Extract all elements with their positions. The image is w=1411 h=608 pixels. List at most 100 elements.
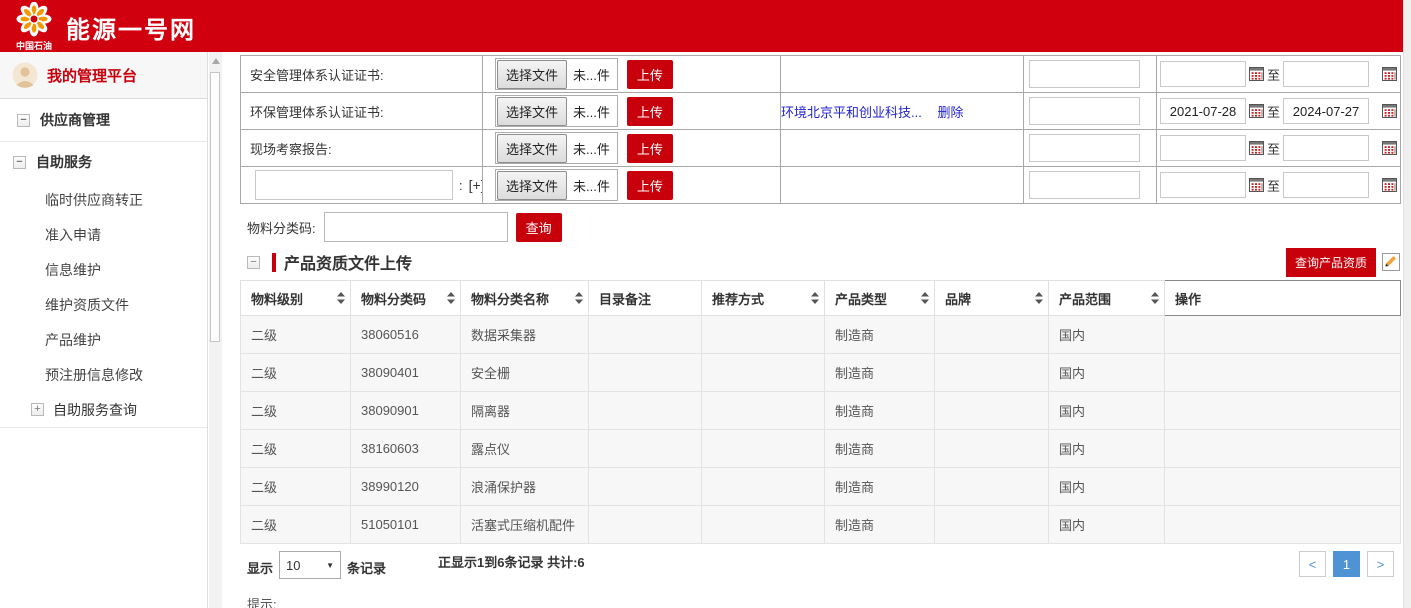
col-header-material-code[interactable]: 物料分类码 [351,281,461,316]
date-to-input[interactable] [1283,172,1369,198]
col-header-product-scope[interactable]: 产品范围 [1049,281,1165,316]
calendar-icon[interactable] [1249,178,1264,192]
date-from-input[interactable] [1160,61,1246,87]
table-row[interactable]: 二级 38090401 安全栅 制造商 国内 [241,354,1401,392]
sort-icon[interactable] [1151,292,1159,304]
choose-file-button[interactable]: 选择文件 [497,97,567,126]
edit-icon[interactable] [1382,253,1400,271]
choose-file-button[interactable]: 选择文件 [497,60,567,89]
chevron-down-icon: ▼ [326,561,334,570]
cell-material-code: 38990120 [351,468,461,506]
file-status-text: 未...件 [567,139,616,158]
add-row-button[interactable]: [+] [469,177,483,193]
page-size-select[interactable]: 10 ▼ [279,551,341,579]
cell-operation [1165,430,1401,468]
col-header-material-name[interactable]: 物料分类名称 [461,281,589,316]
file-input[interactable]: 选择文件 未...件 [495,95,618,127]
cert-number-input[interactable] [1029,60,1140,88]
page-scrollbar[interactable] [1403,0,1411,608]
sidebar-item-maintain-qualification-files[interactable]: 维护资质文件 [0,287,207,322]
cell-product-type: 制造商 [825,316,935,354]
upload-button[interactable]: 上传 [627,171,673,200]
sidebar-item-my-platform[interactable]: 我的管理平台 [0,52,207,99]
table-row[interactable]: 二级 38090901 隔离器 制造商 国内 [241,392,1401,430]
table-row[interactable]: 二级 51050101 活塞式压缩机配件 制造商 国内 [241,506,1401,544]
collapse-minus-icon[interactable]: − [17,114,30,127]
cell-product-type: 制造商 [825,468,935,506]
sidebar-item-info-maintenance[interactable]: 信息维护 [0,252,207,287]
cell-recommend-method [702,354,825,392]
calendar-icon[interactable] [1249,67,1264,81]
file-input[interactable]: 选择文件 未...件 [495,58,618,90]
custom-cert-name-input[interactable] [255,170,453,200]
sort-icon[interactable] [921,292,929,304]
upload-button[interactable]: 上传 [627,60,673,89]
col-header-material-level[interactable]: 物料级别 [241,281,351,316]
sidebar-item-access-application[interactable]: 准入申请 [0,217,207,252]
query-button[interactable]: 查询 [516,213,562,242]
col-header-recommend-method[interactable]: 推荐方式 [702,281,825,316]
calendar-icon[interactable] [1382,104,1397,118]
col-header-catalog-note[interactable]: 目录备注 [589,281,702,316]
sidebar-item-temp-supplier-regularization[interactable]: 临时供应商转正 [0,182,207,217]
cell-product-scope: 国内 [1049,316,1165,354]
choose-file-button[interactable]: 选择文件 [497,134,567,163]
sidebar-item-self-service-query[interactable]: + 自助服务查询 [0,392,207,427]
prev-page-button[interactable]: < [1299,551,1326,577]
uploaded-file-link[interactable]: 环境北京平和创业科技... [781,105,922,120]
table-row[interactable]: 二级 38160603 露点仪 制造商 国内 [241,430,1401,468]
sidebar-item-self-service[interactable]: − 自助服务 [0,142,207,182]
calendar-icon[interactable] [1382,178,1397,192]
sort-icon[interactable] [811,292,819,304]
date-from-input[interactable] [1160,172,1246,198]
choose-file-button[interactable]: 选择文件 [497,171,567,200]
expand-plus-icon[interactable]: + [31,403,44,416]
col-header-operation[interactable]: 操作 [1165,281,1401,316]
upload-button[interactable]: 上传 [627,134,673,163]
calendar-icon[interactable] [1382,67,1397,81]
delete-file-link[interactable]: 删除 [937,105,963,120]
next-page-button[interactable]: > [1367,551,1394,577]
sort-icon[interactable] [575,292,583,304]
sort-icon[interactable] [337,292,345,304]
date-to-input[interactable] [1283,98,1369,124]
col-header-brand[interactable]: 品牌 [935,281,1049,316]
col-header-product-type[interactable]: 产品类型 [825,281,935,316]
date-from-input[interactable] [1160,98,1246,124]
file-input[interactable]: 选择文件 未...件 [495,169,618,201]
sidebar-item-preregistration-info-edit[interactable]: 预注册信息修改 [0,357,207,392]
date-to-input[interactable] [1283,135,1369,161]
cell-product-scope: 国内 [1049,468,1165,506]
cert-number-input[interactable] [1029,97,1140,125]
sort-icon[interactable] [447,292,455,304]
upload-button[interactable]: 上传 [627,97,673,126]
cell-material-name: 隔离器 [461,392,589,430]
collapse-minus-icon[interactable]: − [247,256,260,269]
sidebar-scrollbar[interactable] [209,52,222,608]
sort-icon[interactable] [1035,292,1043,304]
scroll-up-arrow-icon[interactable] [212,58,220,64]
page-1-button[interactable]: 1 [1333,551,1360,577]
date-from-input[interactable] [1160,135,1246,161]
records-summary: 正显示1到6条记录 共计:6 [438,552,585,571]
calendar-icon[interactable] [1382,141,1397,155]
product-qualification-section-header: − 产品资质文件上传 查询产品资质 [247,247,1400,277]
material-code-query: 物料分类码: 查询 [247,212,562,242]
sidebar-item-product-maintenance[interactable]: 产品维护 [0,322,207,357]
calendar-icon[interactable] [1249,104,1264,118]
upload-row-safety-cert: 安全管理体系认证证书: 选择文件 未...件 上传 至 [241,56,1401,93]
scrollbar-thumb[interactable] [210,72,220,342]
table-row[interactable]: 二级 38990120 浪涌保护器 制造商 国内 [241,468,1401,506]
collapse-minus-icon[interactable]: − [13,156,26,169]
file-input[interactable]: 选择文件 未...件 [495,132,618,164]
sidebar-item-supplier-management[interactable]: − 供应商管理 [0,99,207,142]
calendar-icon[interactable] [1249,141,1264,155]
query-product-qualification-button[interactable]: 查询产品资质 [1286,248,1376,277]
cert-number-input[interactable] [1029,134,1140,162]
material-code-input[interactable] [324,212,508,242]
cert-number-input[interactable] [1029,171,1140,199]
cell-product-scope: 国内 [1049,354,1165,392]
cell-material-name: 安全栅 [461,354,589,392]
date-to-input[interactable] [1283,61,1369,87]
table-row[interactable]: 二级 38060516 数据采集器 制造商 国内 [241,316,1401,354]
